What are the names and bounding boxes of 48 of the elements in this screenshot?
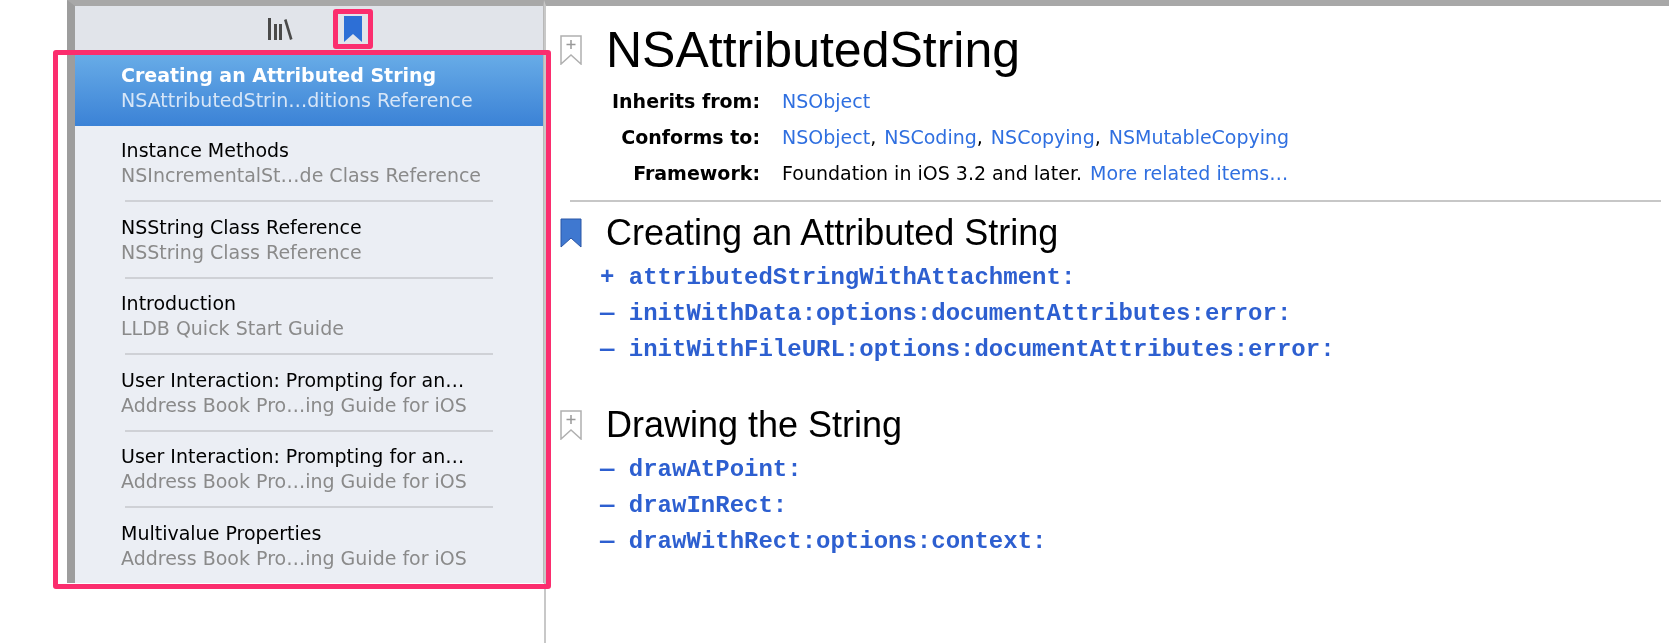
bookmark-list-item[interactable]: Instance Methods NSIncrementalSt…de Class Reference xyxy=(75,125,543,201)
meta-label: Framework: xyxy=(632,162,760,184)
bookmark-icon[interactable] xyxy=(560,218,582,248)
item-subtitle: NSIncrementalSt…de Class Reference xyxy=(121,163,483,188)
method-link[interactable]: — drawAtPoint: xyxy=(600,452,1669,488)
item-subtitle: NSString Class Reference xyxy=(121,239,363,265)
reference-link[interactable]: More related items… xyxy=(1090,162,1289,184)
method-link[interactable]: — drawWithRect:options:context: xyxy=(600,524,1669,560)
bookmark-list-item[interactable]: Multivalue Properties Address Book Pro…ing Guide for iOS xyxy=(75,508,543,584)
meta-label: Conforms to: xyxy=(620,126,760,148)
method-link[interactable]: — drawInRect: xyxy=(600,488,1669,524)
meta-text: , xyxy=(976,126,983,148)
library-icon xyxy=(267,16,293,41)
meta-text: Foundation in iOS 3.2 and later. xyxy=(782,162,1082,184)
add-bookmark-icon[interactable] xyxy=(560,410,582,440)
item-title: Multivalue Properties xyxy=(121,520,323,546)
meta-text: , xyxy=(870,126,877,148)
bookmark-list-item[interactable]: User Interaction: Prompting for an… Address Book Pro…ing Guide for iOS xyxy=(75,355,543,430)
method-link[interactable]: — initWithFileURL:options:documentAttributes:error: xyxy=(600,332,1669,368)
reference-link[interactable]: NSMutableCopying xyxy=(1108,126,1290,148)
reference-link[interactable]: NSObject xyxy=(782,90,871,112)
reference-link[interactable]: NSCopying xyxy=(990,126,1095,148)
bookmarks-tab[interactable] xyxy=(333,8,373,49)
item-subtitle: Address Book Pro…ing Guide for iOS xyxy=(121,469,468,495)
item-subtitle: Address Book Pro…ing Guide for iOS xyxy=(121,392,468,418)
meta-label: Inherits from: xyxy=(611,90,760,112)
bookmark-icon xyxy=(343,14,363,43)
section-heading: Creating an Attributed String xyxy=(606,211,1059,255)
bookmark-list-item[interactable]: Introduction LLDB Quick Start Guide xyxy=(75,278,543,354)
item-title: Creating an Attributed String xyxy=(121,63,438,89)
meta-text: , xyxy=(1094,126,1101,148)
item-subtitle: LLDB Quick Start Guide xyxy=(121,316,345,342)
item-title: Introduction xyxy=(121,291,238,317)
section-heading: Drawing the String xyxy=(606,403,903,447)
method-link[interactable]: + attributedStringWithAttachment: xyxy=(600,260,1669,296)
document-title: NSAttributedString xyxy=(606,21,1021,80)
bookmark-list-item[interactable]: User Interaction: Prompting for an… Address Book Pro…ing Guide for iOS xyxy=(75,431,543,507)
item-title: NSString Class Reference xyxy=(121,214,363,240)
item-title: User Interaction: Prompting for an… xyxy=(121,367,466,393)
item-title: User Interaction: Prompting for an… xyxy=(121,444,466,470)
method-link[interactable]: — initWithData:options:documentAttributes:error: xyxy=(600,296,1669,332)
add-bookmark-icon[interactable] xyxy=(560,35,582,65)
reference-link[interactable]: NSCoding xyxy=(884,126,977,148)
reference-link[interactable]: NSObject xyxy=(782,126,871,148)
item-subtitle: NSAttributedStrin…ditions Reference xyxy=(121,88,474,114)
bookmark-list-item[interactable]: NSString Class Reference NSString Class Reference xyxy=(75,202,543,277)
item-subtitle: Address Book Pro…ing Guide for iOS xyxy=(121,545,468,571)
item-title: Instance Methods xyxy=(121,138,290,163)
